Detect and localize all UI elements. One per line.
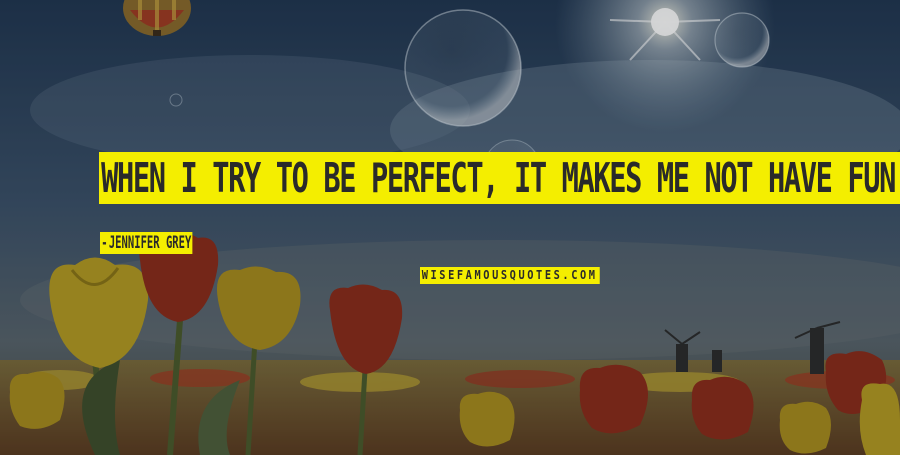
- background-scene: [0, 0, 900, 455]
- author-prefix: -: [101, 233, 108, 253]
- quote-author: -JENNIFER GREY: [100, 232, 193, 254]
- quote-text: WHEN I TRY TO BE PERFECT, IT MAKES ME NO…: [99, 152, 900, 204]
- author-name: JENNIFER GREY: [108, 233, 192, 253]
- site-watermark: WISEFAMOUSQUOTES.COM: [420, 267, 600, 284]
- background-image: [0, 0, 900, 455]
